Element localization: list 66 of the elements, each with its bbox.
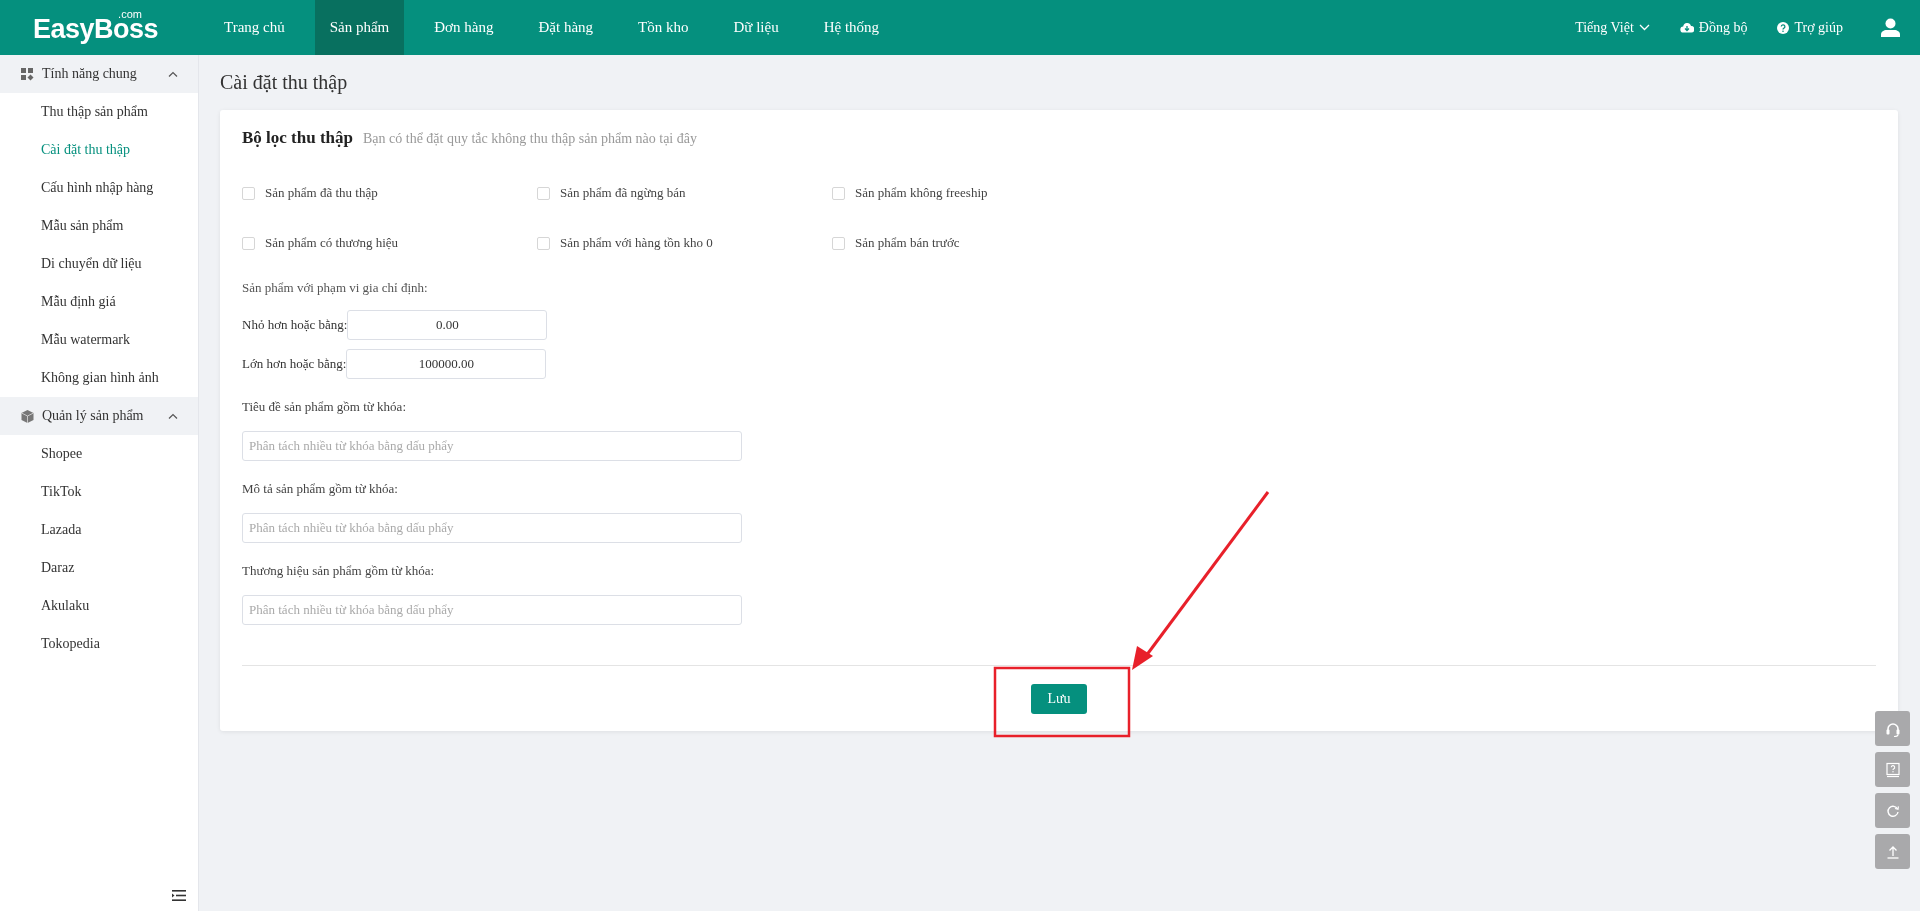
float-button[interactable] — [1875, 793, 1910, 828]
checkbox[interactable] — [242, 186, 255, 200]
checkbox-label: Sản phẩm với hàng tồn kho 0 — [560, 235, 713, 251]
menu-item[interactable]: Không gian hình ảnh — [0, 359, 198, 397]
logo[interactable]: EasyBoss .com — [0, 10, 209, 45]
field-label: Mô tả sản phẩm gồm từ khóa: — [242, 481, 398, 498]
language-selector[interactable]: Tiếng Việt — [1575, 19, 1650, 36]
checkbox[interactable] — [242, 236, 255, 250]
checkbox-label: Sản phẩm đã thu thập — [265, 185, 378, 201]
price-input[interactable]: 0.00 — [347, 310, 548, 340]
cloud-download-icon — [1679, 22, 1694, 33]
menu-item[interactable]: Cài đặt thu thập — [0, 131, 198, 169]
checkbox[interactable] — [832, 236, 845, 250]
float-button[interactable] — [1875, 834, 1910, 869]
cube-icon — [21, 409, 34, 423]
nav-tab[interactable]: Hệ thống — [808, 0, 895, 55]
field-label: Nhỏ hơn hoặc bằng: — [242, 317, 348, 333]
menu-group-header[interactable]: Tính năng chung — [0, 55, 198, 93]
nav-tab[interactable]: Tồn kho — [623, 0, 704, 55]
help-screen-icon — [1883, 760, 1902, 779]
sync-button[interactable]: Đồng bộ — [1679, 19, 1748, 36]
checkbox-label: Sản phẩm không freeship — [855, 185, 988, 201]
nav-tab[interactable]: Đặt hàng — [523, 0, 609, 55]
menu-item[interactable]: Akulaku — [0, 587, 198, 625]
checkbox-label: Sản phẩm có thương hiệu — [265, 235, 399, 251]
help-icon — [1777, 21, 1790, 34]
field-label: Tiêu đề sản phẩm gồm từ khóa: — [242, 399, 406, 416]
float-button[interactable] — [1875, 752, 1910, 787]
field-label: Lớn hơn hoặc bằng: — [242, 356, 347, 372]
keyword-input[interactable]: Phân tách nhiều từ khóa bằng dấu phẩy — [242, 513, 742, 543]
field-label: Sản phẩm với phạm vi gia chỉ định: — [242, 280, 428, 297]
help-button[interactable]: Trợ giúp — [1777, 19, 1843, 36]
grid-icon — [21, 67, 34, 81]
checkbox[interactable] — [537, 236, 550, 250]
menu-item[interactable]: Thu thập sản phẩm — [0, 93, 198, 131]
menu-item[interactable]: Shopee — [0, 435, 198, 473]
menu-item[interactable]: Di chuyển dữ liệu — [0, 245, 198, 283]
keyword-input[interactable]: Phân tách nhiều từ khóa bằng dấu phẩy — [242, 431, 742, 461]
section-subtitle: Bạn có thể đặt quy tắc không thu thập sản phẩm nào tại đây — [363, 131, 697, 147]
menu-item[interactable]: Cấu hình nhập hàng — [0, 169, 198, 207]
user-icon[interactable] — [1881, 18, 1900, 37]
menu-item[interactable]: Mẫu sản phẩm — [0, 207, 198, 245]
nav-tab[interactable]: Trang chủ — [209, 0, 300, 55]
menu-item[interactable]: Daraz — [0, 549, 198, 587]
section-title: Bộ lọc thu thập — [242, 128, 353, 148]
menu-item[interactable]: Tokopedia — [0, 625, 198, 663]
nav-tab[interactable]: Sản phẩm — [314, 0, 405, 55]
checkbox[interactable] — [537, 186, 550, 200]
checkbox-label: Sản phẩm bán trước — [855, 235, 960, 251]
nav-tab[interactable]: Dữ liệu — [718, 0, 794, 55]
checkbox[interactable] — [832, 186, 845, 200]
menu-item[interactable]: Lazada — [0, 511, 198, 549]
collapse-menu-icon[interactable] — [172, 890, 186, 901]
nav-tab[interactable]: Đơn hàng — [419, 0, 509, 55]
price-input[interactable]: 100000.00 — [346, 349, 547, 379]
page-title: Cài đặt thu thập — [220, 70, 348, 96]
float-button[interactable] — [1875, 711, 1910, 746]
field-label: Thương hiệu sản phẩm gồm từ khóa: — [242, 563, 435, 580]
menu-item[interactable]: Mẫu watermark — [0, 321, 198, 359]
menu-group-header[interactable]: Quản lý sản phẩm — [0, 397, 198, 435]
checkbox-label: Sản phẩm đã ngừng bán — [560, 185, 686, 201]
keyword-input[interactable]: Phân tách nhiều từ khóa bằng dấu phẩy — [242, 595, 742, 625]
menu-item[interactable]: TikTok — [0, 473, 198, 511]
menu-item[interactable]: Mẫu định giá — [0, 283, 198, 321]
save-button[interactable]: Lưu — [1031, 684, 1087, 714]
chevron-down-icon — [1638, 24, 1650, 31]
